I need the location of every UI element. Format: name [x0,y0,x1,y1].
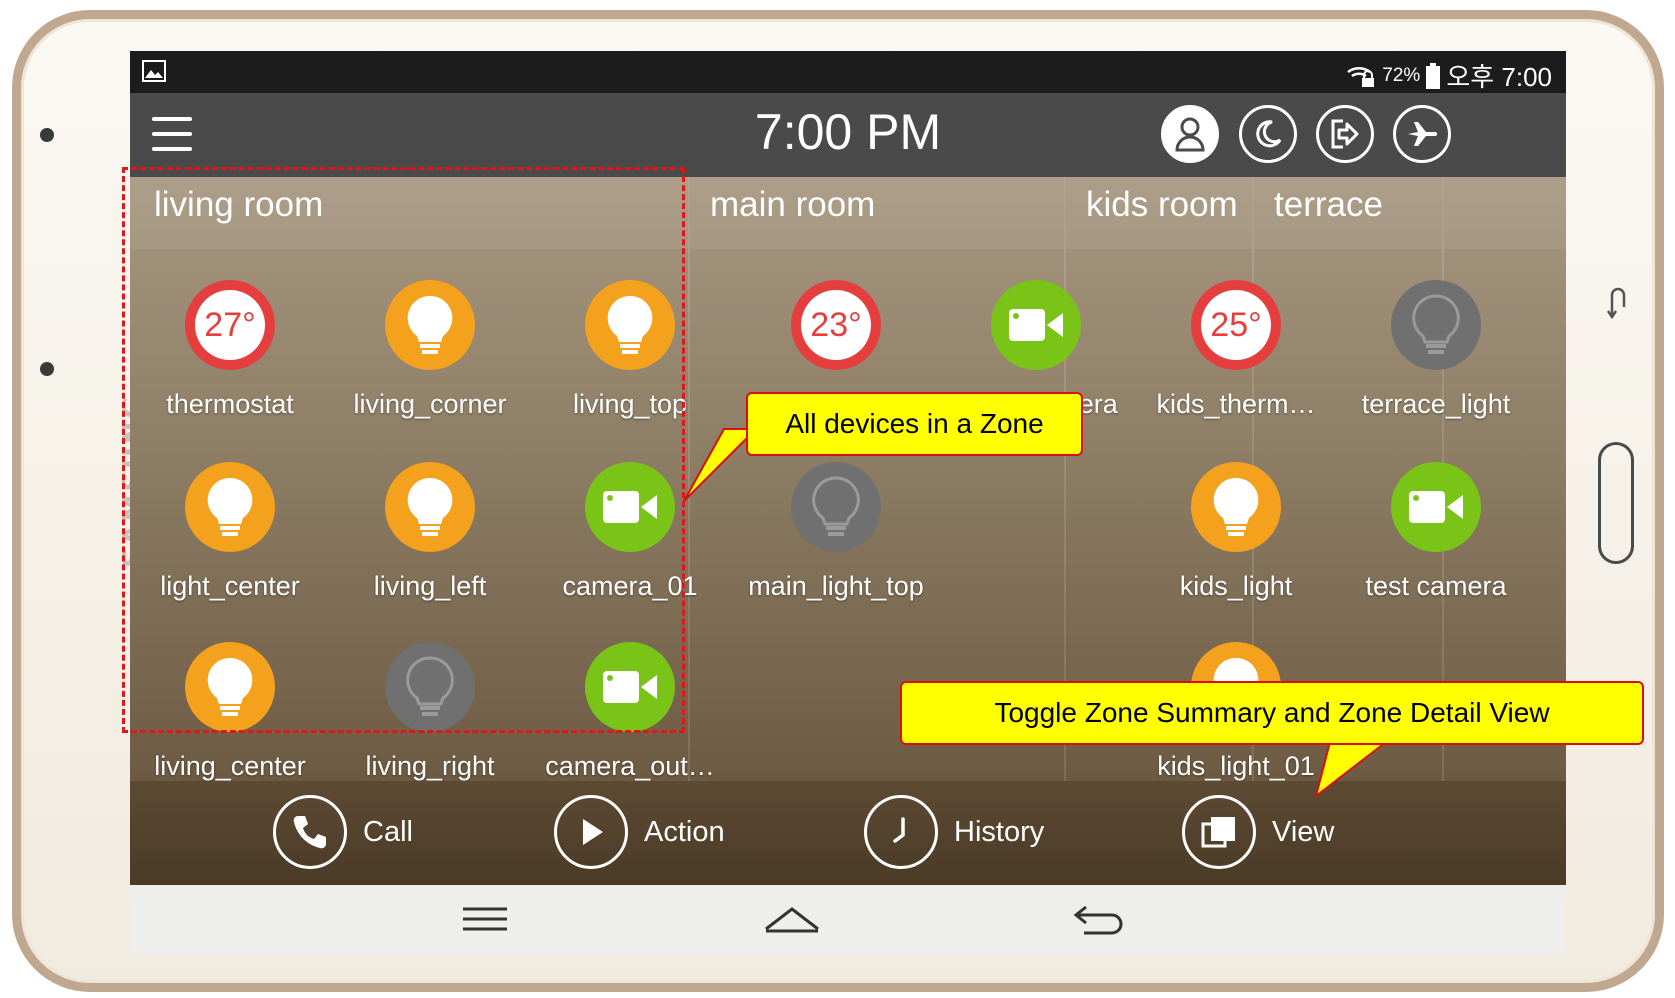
thermostat-icon[interactable]: 23° [791,280,881,370]
device-label: test camera [1365,571,1507,601]
camera-icon[interactable] [991,280,1081,370]
callout-pointer [1314,741,1389,799]
device-label: main_light_top [748,571,924,601]
device-label: kids_light [1179,571,1293,601]
device-label: living_corner [353,389,507,419]
back-touch-icon[interactable] [1606,283,1630,319]
zone-title-main-room[interactable]: main room [710,185,875,225]
device-label: living_top [572,389,688,419]
zone-title-living-room[interactable]: living room [154,185,323,225]
clock-icon [893,817,905,843]
hardware-home-button[interactable] [1598,442,1634,564]
camera-icon[interactable] [1391,462,1481,552]
device-label: kids_therm… [1156,389,1316,419]
phone-icon [293,816,326,849]
lightbulb-icon[interactable] [185,642,275,732]
lightbulb-icon[interactable] [1191,462,1281,552]
view-toggle-icon [1201,817,1235,848]
action-button[interactable]: Action [554,795,725,869]
sleep-mode-button[interactable] [1239,105,1297,163]
away-mode-button[interactable] [1316,105,1374,163]
lightbulb-off-icon[interactable] [385,642,475,732]
thermostat-temperature: 27° [195,290,265,360]
device-label: thermostat [166,389,294,419]
toggle-callout: Toggle Zone Summary and Zone Detail View [900,681,1644,745]
device-label: camera_01 [562,571,698,601]
thermostat-icon[interactable]: 27° [185,280,275,370]
lightbulb-off-icon[interactable] [791,462,881,552]
device-label: terrace_light [1361,389,1511,419]
back-arrow-icon[interactable] [1072,901,1128,937]
play-icon [583,819,603,845]
screen: 72% 오후 7:00 7:00 PM living room main roo… [130,51,1566,955]
action-label: Action [644,815,725,848]
call-button[interactable]: Call [273,795,413,869]
device-label: living_center [154,751,306,781]
call-label: Call [363,815,413,848]
lightbulb-icon[interactable] [385,280,475,370]
lightbulb-icon[interactable] [385,462,475,552]
zone-title-terrace[interactable]: terrace [1274,185,1383,225]
view-toggle-button[interactable]: View [1182,795,1334,869]
lightbulb-icon[interactable] [585,280,675,370]
airplane-icon [1408,122,1437,146]
thermostat-icon[interactable]: 25° [1191,280,1281,370]
status-bar: 72% 오후 7:00 [130,51,1566,93]
camera-icon[interactable] [585,642,675,732]
lightbulb-off-icon[interactable] [1391,280,1481,370]
thermostat-temperature: 25° [1201,290,1271,360]
front-camera [40,128,54,142]
history-button[interactable]: History [864,795,1044,869]
thermostat-temperature: 23° [801,290,871,360]
zone-header-next [1444,177,1566,249]
camera-icon[interactable] [585,462,675,552]
lightbulb-icon[interactable] [185,462,275,552]
history-label: History [954,815,1045,848]
device-label: camera_out… [545,751,715,781]
device-label: light_center [160,571,300,601]
zone-callout: All devices in a Zone [746,392,1083,456]
gallery-notification-icon [142,60,166,82]
device-label: living_right [365,751,495,781]
moon-icon [1256,120,1282,148]
person-icon [1175,117,1205,152]
zone-title-kids-room[interactable]: kids room [1086,185,1238,225]
device-label: living_left [373,571,487,601]
status-time: 오후 7:00 [1446,62,1552,92]
sensor-dot [40,362,54,376]
home-mode-button[interactable] [1161,105,1219,163]
app-bar: 7:00 PM [130,93,1566,177]
battery-icon [1426,62,1441,89]
exit-icon [1331,119,1359,149]
home-icon[interactable] [762,901,822,937]
vacation-mode-button[interactable] [1393,105,1451,163]
recent-apps-icon[interactable] [460,901,510,937]
device-label: kids_light_01 [1157,751,1315,781]
wifi-lock-icon [1347,66,1375,87]
battery-percent: 72% [1382,64,1421,86]
view-label: View [1272,815,1335,848]
system-nav-bar [130,885,1566,955]
